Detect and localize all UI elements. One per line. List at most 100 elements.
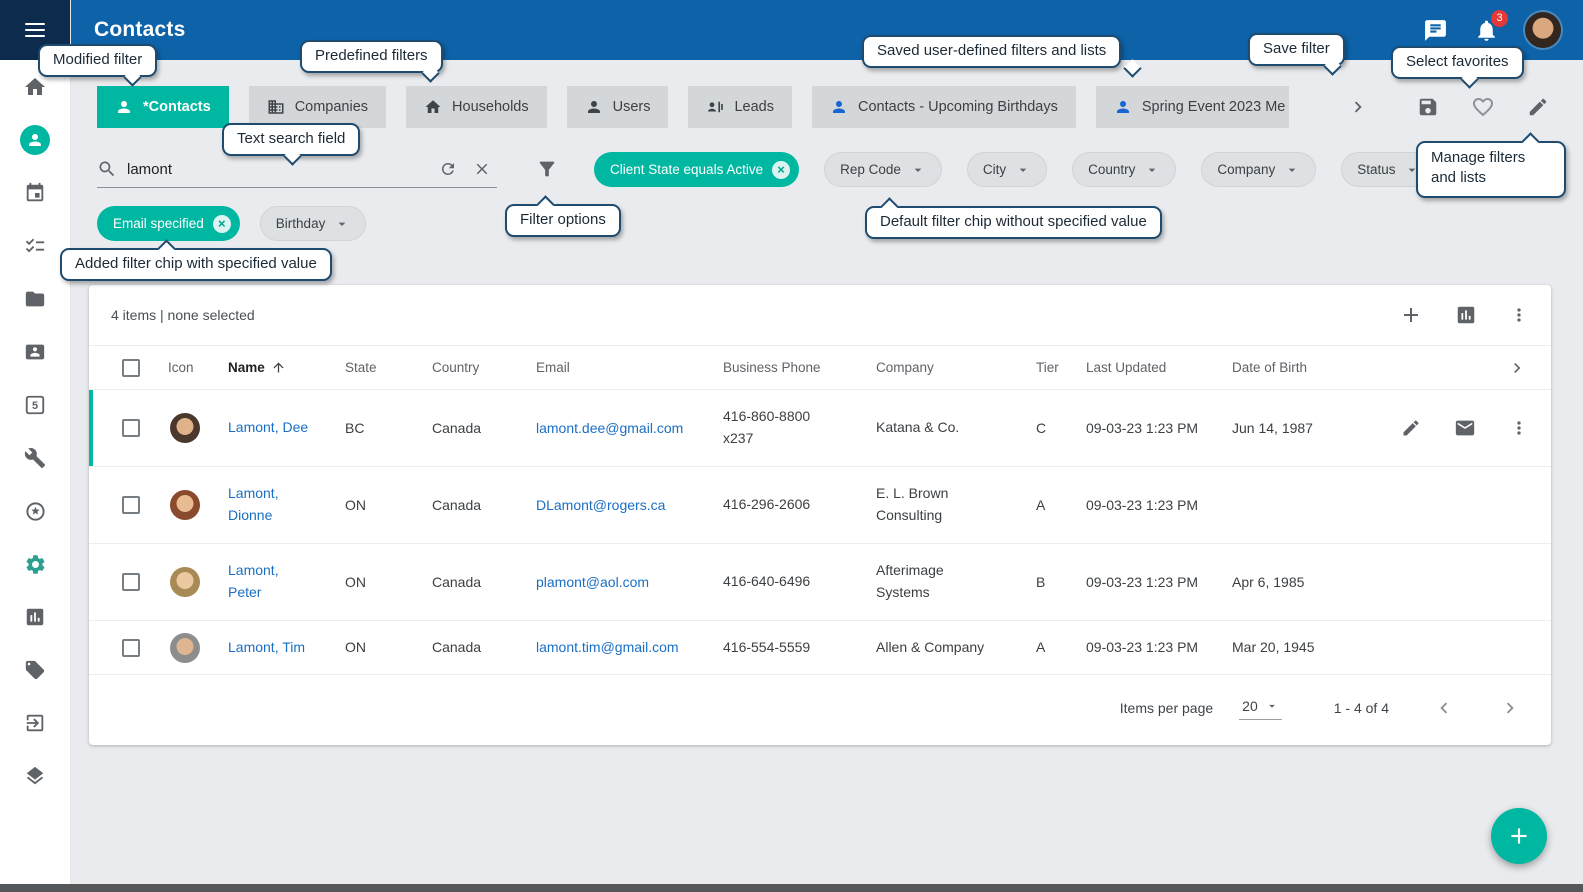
- chip-label: Status: [1357, 162, 1395, 177]
- cell-phone: 416-860-8800 x237: [723, 406, 823, 449]
- tab-contacts[interactable]: *Contacts: [97, 86, 229, 128]
- address-book-icon[interactable]: [23, 340, 47, 364]
- contact-email-link[interactable]: plamont@aol.com: [536, 574, 649, 590]
- row-checkbox[interactable]: [122, 419, 140, 437]
- email-envelope-icon[interactable]: [1454, 417, 1476, 439]
- column-name[interactable]: Name: [228, 360, 345, 375]
- results-card: 4 items | none selected Icon Name State …: [89, 285, 1551, 745]
- callout-added-filter-chip: Added filter chip with specified value: [60, 248, 332, 281]
- refresh-icon[interactable]: [439, 160, 457, 178]
- column-updated[interactable]: Last Updated: [1086, 360, 1232, 375]
- bell-icon[interactable]: 3: [1474, 18, 1499, 43]
- chip-email-specified[interactable]: Email specified ×: [97, 206, 240, 241]
- logout-icon[interactable]: [23, 711, 47, 735]
- tools-icon[interactable]: [23, 446, 47, 470]
- settings-icon[interactable]: [23, 552, 47, 576]
- more-columns-icon[interactable]: [1379, 358, 1551, 378]
- tab-label: Households: [452, 99, 529, 115]
- contact-avatar[interactable]: [170, 567, 200, 597]
- favorites-heart-icon[interactable]: [1471, 95, 1495, 119]
- cell-country: Canada: [432, 495, 536, 516]
- contact-name-link[interactable]: Lamont, Dee: [228, 417, 308, 439]
- chip-company[interactable]: Company: [1201, 152, 1316, 187]
- remove-chip-icon[interactable]: ×: [772, 161, 790, 179]
- lead-card-icon: [706, 98, 724, 116]
- chip-city[interactable]: City: [967, 152, 1047, 187]
- column-country[interactable]: Country: [432, 360, 536, 375]
- edit-pencil-icon[interactable]: [1401, 418, 1421, 438]
- chip-client-state[interactable]: Client State equals Active ×: [594, 152, 799, 187]
- contact-name-link[interactable]: Lamont, Peter: [228, 560, 312, 603]
- row-checkbox[interactable]: [122, 573, 140, 591]
- cell-country: Canada: [432, 418, 536, 439]
- column-phone[interactable]: Business Phone: [723, 360, 876, 375]
- tab-saved-upcoming-birthdays[interactable]: Contacts - Upcoming Birthdays: [812, 86, 1076, 128]
- cell-tier: A: [1036, 495, 1086, 516]
- contact-email-link[interactable]: lamont.tim@gmail.com: [536, 639, 679, 655]
- calendar-icon[interactable]: [23, 181, 47, 205]
- row-checkbox[interactable]: [122, 639, 140, 657]
- column-tier[interactable]: Tier: [1036, 360, 1086, 375]
- remove-chip-icon[interactable]: ×: [213, 215, 231, 233]
- filter-funnel-icon[interactable]: [536, 158, 558, 180]
- tabs-scroll-right-icon[interactable]: [1347, 96, 1369, 118]
- table-header-row: Icon Name State Country Email Business P…: [89, 345, 1551, 390]
- home-icon[interactable]: [23, 75, 47, 99]
- column-email[interactable]: Email: [536, 360, 723, 375]
- tags-icon[interactable]: [23, 658, 47, 682]
- opportunities-icon[interactable]: 5: [23, 393, 47, 417]
- contact-name-link[interactable]: Lamont, Dionne: [228, 483, 312, 526]
- select-all-checkbox[interactable]: [122, 359, 140, 377]
- chevron-right-icon[interactable]: [1499, 697, 1521, 719]
- chat-icon[interactable]: [1423, 18, 1448, 43]
- clear-search-icon[interactable]: [473, 160, 491, 178]
- caret-down-icon: [910, 162, 926, 178]
- chip-rep-code[interactable]: Rep Code: [824, 152, 942, 187]
- contact-email-link[interactable]: lamont.dee@gmail.com: [536, 420, 683, 436]
- chip-birthday[interactable]: Birthday: [260, 206, 367, 241]
- chevron-left-icon[interactable]: [1433, 697, 1455, 719]
- cell-tier: C: [1036, 418, 1086, 439]
- contact-email-link[interactable]: DLamont@rogers.ca: [536, 497, 665, 513]
- items-per-page-select[interactable]: 20: [1239, 696, 1282, 720]
- layers-icon[interactable]: [23, 764, 47, 788]
- tab-saved-spring-event[interactable]: Spring Event 2023 Me: [1096, 86, 1289, 128]
- column-dob[interactable]: Date of Birth: [1232, 360, 1379, 375]
- chip-country[interactable]: Country: [1072, 152, 1176, 187]
- contact-avatar[interactable]: [170, 490, 200, 520]
- caret-down-icon: [334, 216, 350, 232]
- tab-label: Leads: [734, 99, 774, 115]
- add-plus-icon[interactable]: [1399, 303, 1423, 327]
- cell-state: ON: [345, 572, 432, 593]
- building-icon: [267, 98, 285, 116]
- person-icon: [1114, 98, 1132, 116]
- user-avatar[interactable]: [1525, 12, 1561, 48]
- tab-companies[interactable]: Companies: [249, 86, 386, 128]
- selection-summary: 4 items | none selected: [111, 307, 255, 323]
- caret-down-icon: [1284, 162, 1300, 178]
- featured-icon[interactable]: [23, 499, 47, 523]
- column-chart-icon[interactable]: [1455, 304, 1477, 326]
- contacts-icon[interactable]: [20, 125, 50, 155]
- tab-leads[interactable]: Leads: [688, 86, 792, 128]
- row-checkbox[interactable]: [122, 496, 140, 514]
- search-input[interactable]: [127, 161, 429, 178]
- cell-dob: Mar 20, 1945: [1232, 637, 1379, 658]
- folder-icon[interactable]: [23, 287, 47, 311]
- contact-avatar[interactable]: [170, 633, 200, 663]
- tasks-icon[interactable]: [23, 234, 47, 258]
- tab-users[interactable]: Users: [567, 86, 669, 128]
- add-contact-fab[interactable]: [1491, 808, 1547, 864]
- kebab-menu-icon[interactable]: [1509, 418, 1529, 438]
- tab-households[interactable]: Households: [406, 86, 547, 128]
- contact-name-link[interactable]: Lamont, Tim: [228, 637, 305, 659]
- cell-country: Canada: [432, 637, 536, 658]
- reports-icon[interactable]: [23, 605, 47, 629]
- column-state[interactable]: State: [345, 360, 432, 375]
- save-filter-icon[interactable]: [1417, 96, 1439, 118]
- sort-ascending-icon: [271, 360, 286, 375]
- edit-pencil-icon[interactable]: [1527, 96, 1549, 118]
- kebab-menu-icon[interactable]: [1509, 305, 1529, 325]
- contact-avatar[interactable]: [170, 413, 200, 443]
- column-company[interactable]: Company: [876, 360, 1036, 375]
